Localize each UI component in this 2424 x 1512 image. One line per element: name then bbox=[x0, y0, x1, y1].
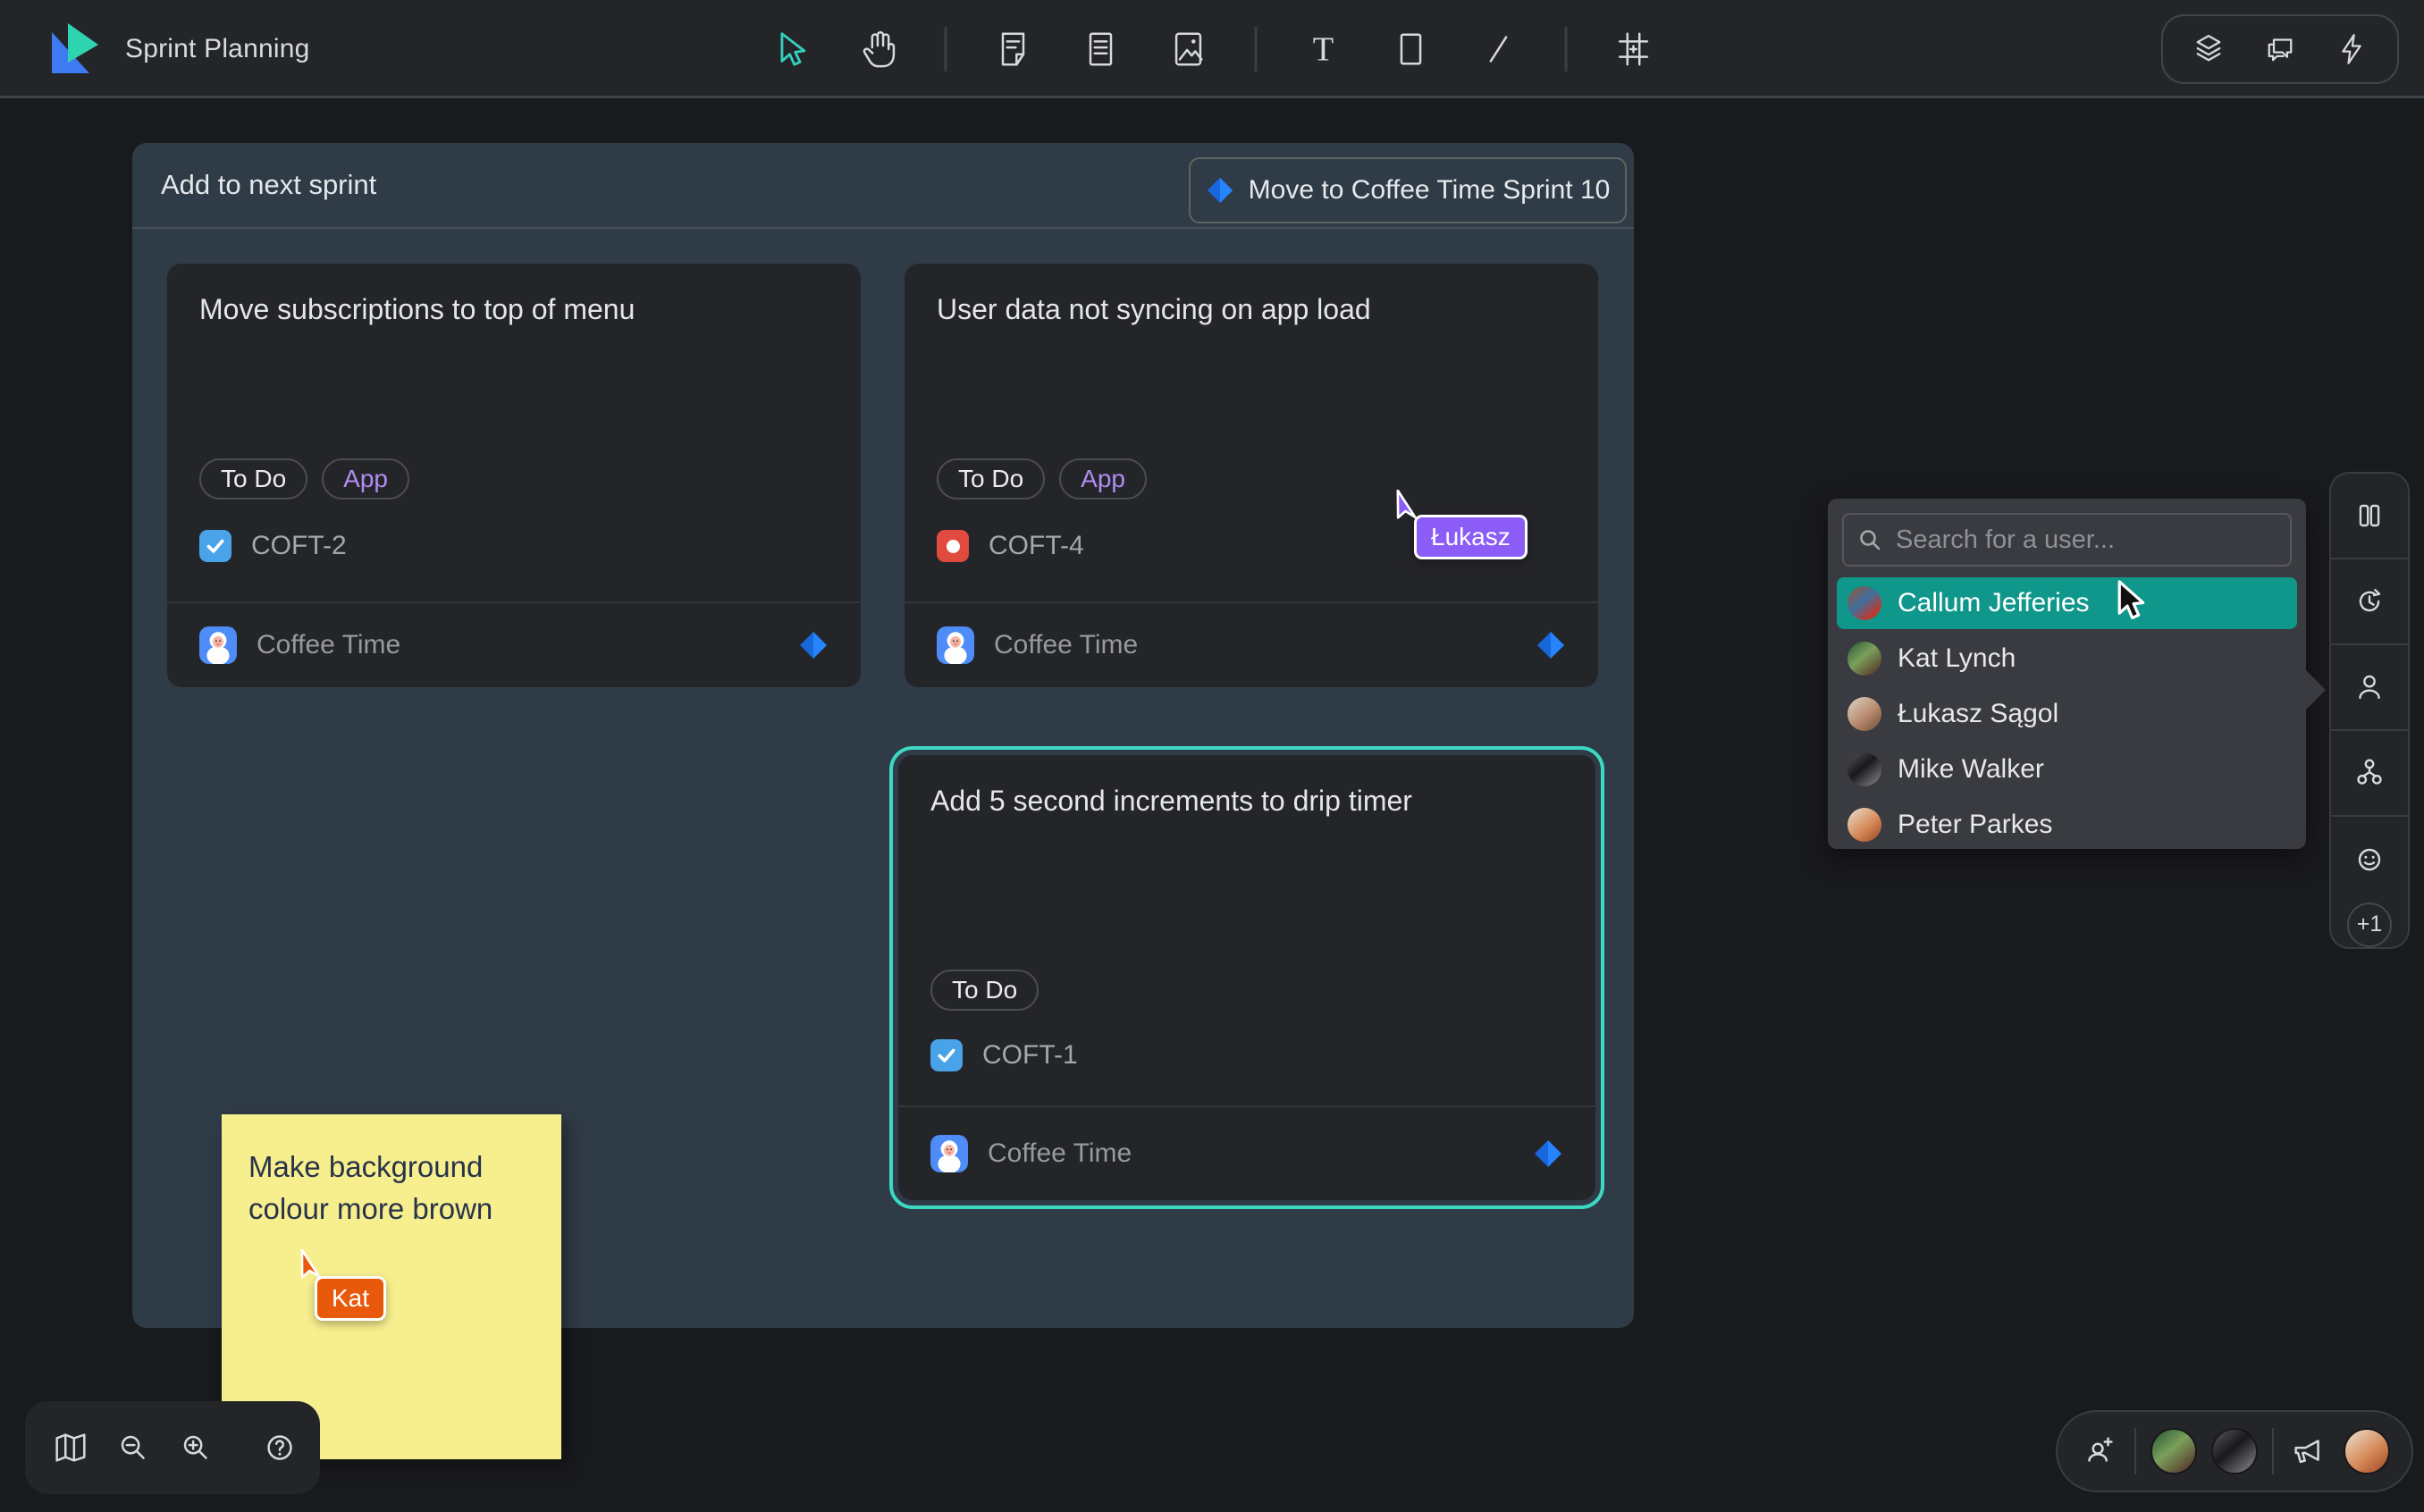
user-search-box[interactable] bbox=[1842, 513, 2292, 567]
status-badge: To Do bbox=[937, 458, 1045, 500]
overflow-badge[interactable]: +1 bbox=[2347, 903, 2392, 947]
avatar bbox=[1847, 697, 1881, 731]
megaphone-icon[interactable] bbox=[2288, 1431, 2329, 1472]
pill-divider bbox=[2272, 1428, 2274, 1474]
line-tool-icon[interactable] bbox=[1477, 28, 1520, 71]
issue-card-coft-1[interactable]: Add 5 second increments to drip timer To… bbox=[898, 755, 1595, 1200]
zap-icon[interactable] bbox=[2333, 30, 2370, 68]
project-name: Coffee Time bbox=[994, 630, 1516, 660]
label-badge: App bbox=[1059, 458, 1147, 500]
sticky-note-text: Make background colour more brown bbox=[248, 1150, 492, 1225]
issue-card-coft-2[interactable]: Move subscriptions to top of menu To Do … bbox=[167, 264, 861, 687]
jira-icon bbox=[1206, 176, 1234, 205]
text-tool-icon[interactable]: T bbox=[1302, 28, 1345, 71]
avatar-kat[interactable] bbox=[2150, 1428, 2197, 1474]
pan-tool-icon[interactable] bbox=[857, 28, 900, 71]
search-icon bbox=[1856, 526, 1883, 553]
pointer-cursor bbox=[2111, 579, 2149, 628]
issue-key: COFT-2 bbox=[251, 531, 347, 561]
zoom-in-icon[interactable] bbox=[175, 1427, 216, 1468]
layers-icon[interactable] bbox=[2190, 30, 2227, 68]
smiley-icon[interactable] bbox=[2331, 817, 2408, 903]
jira-icon bbox=[1536, 630, 1566, 660]
project-name: Coffee Time bbox=[257, 630, 779, 660]
avatar bbox=[1847, 642, 1881, 676]
select-tool-icon[interactable] bbox=[770, 28, 812, 71]
user-picker-panel: Callum Jefferies Kat Lynch Łukasz Sągol … bbox=[1828, 499, 2306, 849]
help-icon[interactable] bbox=[259, 1427, 300, 1468]
user-row-kat[interactable]: Kat Lynch bbox=[1837, 633, 2297, 685]
org-chart-icon[interactable] bbox=[2331, 731, 2408, 817]
presence-bar bbox=[2056, 1410, 2413, 1492]
app-logo-icon bbox=[50, 21, 102, 77]
canvas-controls bbox=[25, 1401, 320, 1494]
zoom-out-icon[interactable] bbox=[113, 1427, 154, 1468]
invite-user-icon[interactable] bbox=[2079, 1431, 2120, 1472]
status-in-progress-icon[interactable] bbox=[937, 530, 969, 562]
person-icon[interactable] bbox=[2331, 645, 2408, 731]
toolbar-divider bbox=[1565, 27, 1568, 71]
cursor-label-kat: Kat bbox=[315, 1276, 386, 1321]
user-search-input[interactable] bbox=[1896, 525, 2277, 555]
cursor-kat: Kat bbox=[295, 1249, 331, 1293]
jira-icon bbox=[1533, 1138, 1563, 1169]
avatar bbox=[1847, 752, 1881, 786]
board-title: Sprint Planning bbox=[125, 0, 309, 98]
issue-key: COFT-4 bbox=[989, 531, 1084, 561]
card-title: User data not syncing on app load bbox=[937, 290, 1566, 329]
user-name: Łukasz Sągol bbox=[1898, 699, 2058, 729]
jira-icon bbox=[798, 630, 829, 660]
history-icon[interactable] bbox=[2331, 559, 2408, 645]
avatar bbox=[1847, 586, 1881, 620]
cursor-label-lukasz: Łukasz bbox=[1414, 515, 1528, 559]
image-tool-icon[interactable] bbox=[1167, 28, 1210, 71]
issue-card-coft-4[interactable]: User data not syncing on app load To Do … bbox=[905, 264, 1598, 687]
avatar-mike[interactable] bbox=[2211, 1428, 2258, 1474]
status-badge: To Do bbox=[930, 970, 1039, 1011]
user-list: Callum Jefferies Kat Lynch Łukasz Sągol … bbox=[1837, 577, 2297, 854]
user-name: Callum Jefferies bbox=[1898, 588, 2090, 618]
svg-text:T: T bbox=[1313, 30, 1334, 68]
move-to-sprint-button[interactable]: Move to Coffee Time Sprint 10 bbox=[1189, 157, 1627, 223]
project-name: Coffee Time bbox=[988, 1138, 1513, 1169]
project-avatar bbox=[937, 626, 974, 664]
project-avatar bbox=[930, 1135, 968, 1172]
user-row-callum[interactable]: Callum Jefferies bbox=[1837, 577, 2297, 629]
avatar bbox=[1847, 808, 1881, 842]
panel-tail bbox=[2304, 668, 2326, 711]
user-name: Peter Parkes bbox=[1898, 810, 2052, 840]
right-sidebar: +1 bbox=[2329, 472, 2410, 949]
card-title: Add 5 second increments to drip timer bbox=[930, 782, 1563, 820]
rectangle-tool-icon[interactable] bbox=[1390, 28, 1433, 71]
columns-icon[interactable] bbox=[2331, 474, 2408, 559]
cursor-lukasz: Łukasz bbox=[1391, 490, 1427, 533]
map-icon[interactable] bbox=[50, 1427, 91, 1468]
user-name: Kat Lynch bbox=[1898, 643, 2016, 674]
avatar-peter[interactable] bbox=[2344, 1428, 2390, 1474]
move-to-sprint-label: Move to Coffee Time Sprint 10 bbox=[1249, 175, 1611, 206]
checkbox-checked-icon[interactable] bbox=[930, 1039, 963, 1071]
sticky-note-tool-icon[interactable] bbox=[992, 28, 1035, 71]
frame-title: Add to next sprint bbox=[161, 169, 376, 201]
topbar-right-group bbox=[2161, 14, 2399, 84]
user-row-lukasz[interactable]: Łukasz Sągol bbox=[1837, 688, 2297, 740]
project-avatar bbox=[199, 626, 237, 664]
user-name: Mike Walker bbox=[1898, 754, 2044, 785]
tool-bar: T bbox=[770, 0, 1655, 98]
frame-tool-icon[interactable] bbox=[1612, 28, 1655, 71]
document-tool-icon[interactable] bbox=[1080, 28, 1123, 71]
user-row-mike[interactable]: Mike Walker bbox=[1837, 743, 2297, 795]
issue-key: COFT-1 bbox=[982, 1040, 1078, 1071]
label-badge: App bbox=[322, 458, 409, 500]
toolbar-divider bbox=[945, 27, 947, 71]
status-badge: To Do bbox=[199, 458, 307, 500]
card-title: Move subscriptions to top of menu bbox=[199, 290, 829, 329]
pill-divider bbox=[2134, 1428, 2136, 1474]
comments-icon[interactable] bbox=[2261, 30, 2299, 68]
checkbox-checked-icon[interactable] bbox=[199, 530, 231, 562]
user-row-peter[interactable]: Peter Parkes bbox=[1837, 799, 2297, 851]
toolbar-divider bbox=[1255, 27, 1258, 71]
top-bar: Sprint Planning T bbox=[0, 0, 2424, 98]
